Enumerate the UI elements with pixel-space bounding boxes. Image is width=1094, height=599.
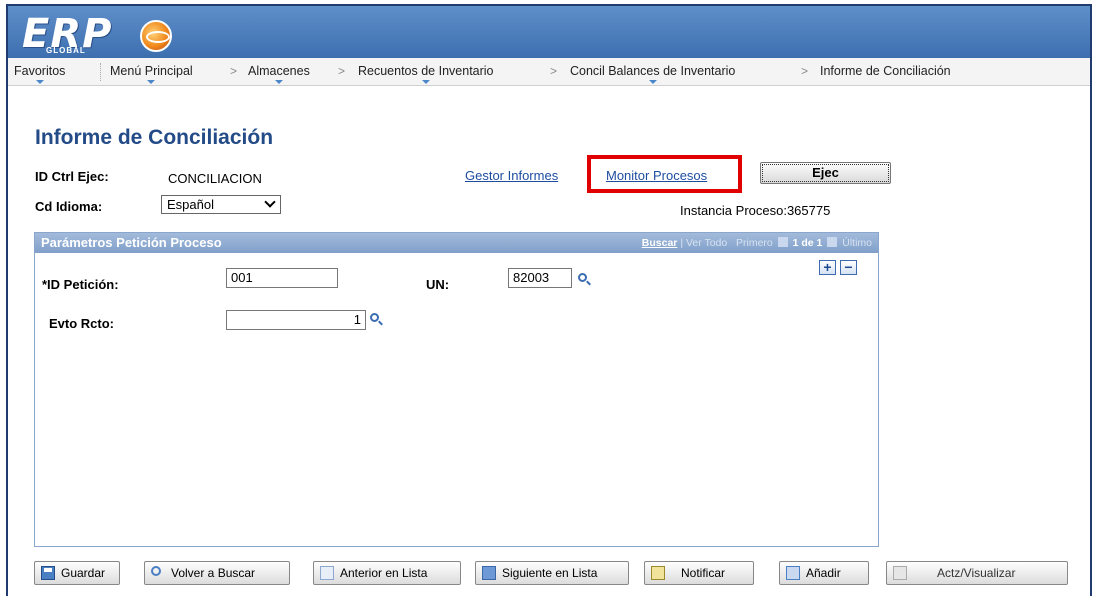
nav-informe[interactable]: Informe de Conciliación	[820, 64, 951, 78]
ver-todo-link[interactable]: Ver Todo	[686, 237, 727, 249]
search-icon[interactable]	[577, 273, 591, 287]
search-icon[interactable]	[369, 313, 383, 327]
search-icon	[151, 566, 161, 576]
update-icon	[893, 566, 907, 580]
breadcrumb: Favoritos Menú Principal > Almacenes > R…	[8, 58, 1090, 86]
evto-rcto-label: Evto Rcto:	[49, 316, 114, 331]
siguiente-lista-button[interactable]: Siguiente en Lista	[475, 561, 629, 585]
next-icon	[482, 566, 496, 580]
chevron-right-icon: >	[338, 64, 346, 78]
dropdown-icon	[421, 80, 430, 84]
id-ctrl-value: CONCILIACION	[168, 171, 262, 186]
logo-subtext: GLOBAL	[46, 46, 86, 55]
first-page-icon[interactable]	[777, 237, 788, 247]
dropdown-icon	[147, 80, 156, 84]
add-icon	[786, 566, 800, 580]
add-row-button[interactable]: +	[819, 260, 836, 275]
highlight-box	[587, 155, 742, 193]
instancia-proceso: Instancia Proceso:365775	[680, 203, 831, 218]
volver-buscar-button[interactable]: Volver a Buscar	[144, 561, 290, 585]
erp-global-logo: ERP GLOBAL	[22, 14, 192, 55]
actz-visualizar-button[interactable]: Actz/Visualizar	[886, 561, 1068, 585]
chevron-down-icon	[264, 196, 276, 208]
app-header: ERP GLOBAL	[8, 6, 1090, 58]
globe-icon	[140, 20, 172, 52]
panel-header: Parámetros Petición Proceso Buscar | Ver…	[35, 233, 878, 253]
notify-icon	[651, 566, 665, 580]
panel-navigation: Buscar | Ver Todo Primero 1 de 1 Último	[641, 237, 872, 249]
chevron-right-icon: >	[801, 64, 809, 78]
nav-favoritos[interactable]: Favoritos	[14, 64, 65, 84]
idioma-value: Español	[167, 197, 214, 212]
paging-indicator: 1 de 1	[792, 237, 823, 249]
chevron-right-icon: >	[550, 64, 558, 78]
idioma-label: Cd Idioma:	[35, 199, 103, 214]
delete-row-button[interactable]: −	[840, 260, 857, 275]
un-field[interactable]: 82003	[508, 268, 572, 288]
parameters-panel: Parámetros Petición Proceso Buscar | Ver…	[34, 232, 879, 547]
nav-concil[interactable]: Concil Balances de Inventario	[570, 64, 735, 84]
previous-icon	[320, 566, 334, 580]
ultimo-link[interactable]: Último	[842, 237, 872, 249]
id-peticion-field[interactable]: 001	[226, 268, 338, 288]
dropdown-icon	[648, 80, 657, 84]
page-title: Informe de Conciliación	[35, 126, 274, 149]
evto-rcto-field[interactable]: 1	[226, 310, 366, 330]
id-peticion-label: *ID Petición:	[42, 277, 119, 292]
guardar-button[interactable]: Guardar	[34, 561, 120, 585]
idioma-select[interactable]: Español	[161, 195, 281, 214]
ejec-button[interactable]: Ejec	[760, 162, 891, 184]
nav-divider	[100, 63, 101, 81]
save-icon	[41, 566, 55, 580]
dropdown-icon	[274, 80, 283, 84]
nav-almacenes[interactable]: Almacenes	[248, 64, 310, 84]
dropdown-icon	[35, 80, 44, 84]
gestor-informes-link[interactable]: Gestor Informes	[465, 168, 558, 183]
anterior-lista-button[interactable]: Anterior en Lista	[313, 561, 461, 585]
anadir-button[interactable]: Añadir	[779, 561, 869, 585]
panel-title: Parámetros Petición Proceso	[41, 235, 222, 250]
nav-recuentos[interactable]: Recuentos de Inventario	[358, 64, 494, 84]
buscar-link[interactable]: Buscar	[642, 237, 678, 249]
chevron-right-icon: >	[230, 64, 238, 78]
notificar-button[interactable]: Notificar	[644, 561, 754, 585]
id-ctrl-label: ID Ctrl Ejec:	[35, 169, 109, 184]
nav-menu-principal[interactable]: Menú Principal	[110, 64, 193, 84]
primero-link[interactable]: Primero	[736, 237, 773, 249]
last-page-icon[interactable]	[827, 237, 838, 247]
un-label: UN:	[426, 277, 450, 292]
